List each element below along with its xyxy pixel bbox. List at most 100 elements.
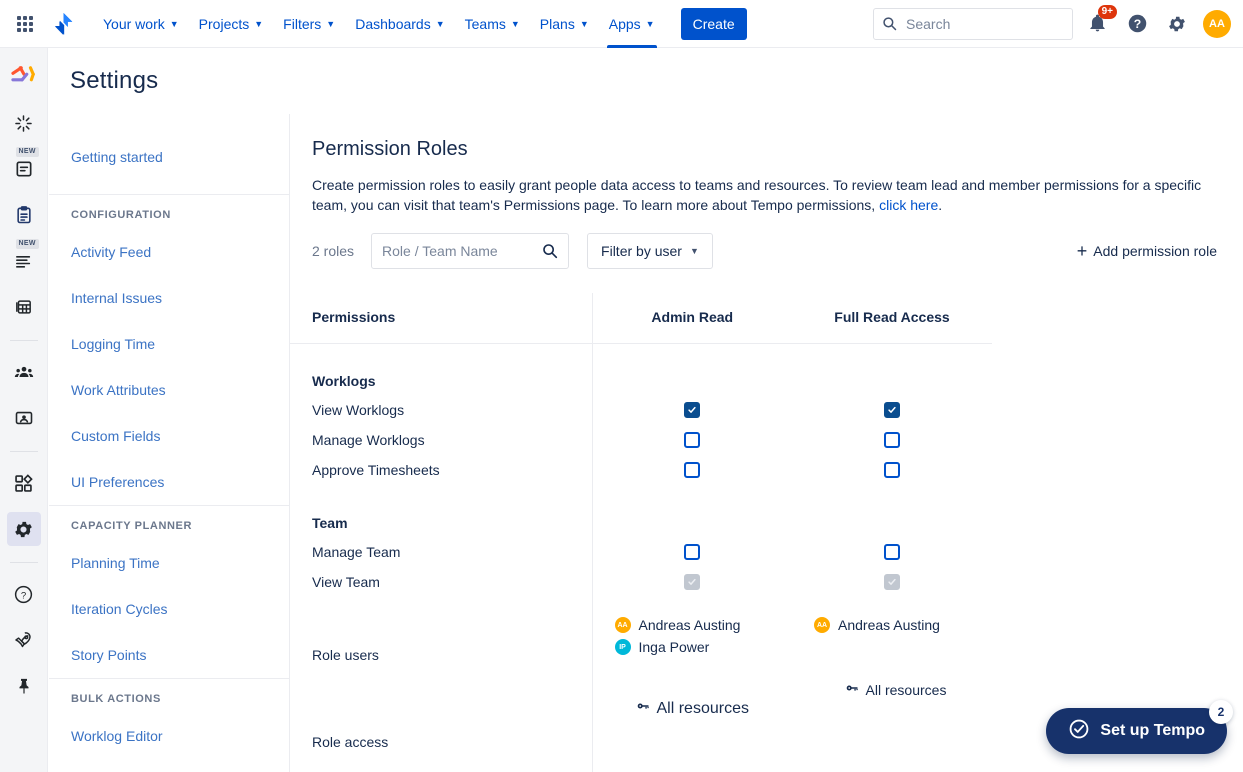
nav-item-plans[interactable]: Plans ▼ <box>530 0 599 48</box>
grid-apps-icon <box>17 15 33 32</box>
permission-label-manage-worklogs: Manage Worklogs <box>290 425 593 455</box>
app-switcher-button[interactable] <box>9 8 41 40</box>
permission-roles-header: Permission Roles Create permission roles… <box>290 114 1243 215</box>
table-row: Approve Timesheets <box>290 455 1243 485</box>
sidebar-item-getting-started[interactable]: Getting started <box>49 134 289 180</box>
user-name: Andreas Austing <box>638 617 741 633</box>
calendar-grid-icon[interactable] <box>7 290 41 324</box>
user-avatar[interactable]: AA <box>1203 9 1231 38</box>
sidebar-group-top: Getting started <box>49 114 289 194</box>
primary-nav-items: Your work ▼ Projects ▼ Filters ▼ Dashboa… <box>93 0 747 48</box>
chevron-down-icon: ▼ <box>254 19 264 29</box>
create-button[interactable]: Create <box>680 7 747 40</box>
gear-settings-icon[interactable] <box>6 512 41 546</box>
list-item[interactable]: AA Andreas Austing <box>614 617 792 633</box>
set-up-tempo-button[interactable]: Set up Tempo 2 <box>1046 700 1233 754</box>
global-search-input[interactable] <box>904 8 1072 39</box>
role-users-full-read-access: AA Andreas Austing All resources <box>792 611 992 699</box>
sidebar-item-ui-preferences[interactable]: UI Preferences <box>49 459 289 505</box>
sparkle-icon[interactable] <box>7 106 41 140</box>
jira-logo-icon[interactable] <box>49 8 79 40</box>
rocket-icon[interactable] <box>7 623 41 657</box>
nav-item-your-work[interactable]: Your work ▼ <box>93 0 189 48</box>
help-button[interactable]: ? <box>1121 8 1153 40</box>
notifications-button[interactable]: 9+ <box>1081 4 1117 40</box>
rail-divider <box>9 451 38 452</box>
permissions-table-head: Permissions Admin Read Full Read Access <box>290 293 1243 344</box>
page-title: Settings <box>70 67 159 94</box>
report-lines-icon[interactable]: NEW <box>7 239 41 278</box>
role-search-input[interactable] <box>372 234 569 268</box>
sidebar-item-work-attributes[interactable]: Work Attributes <box>49 367 289 413</box>
role-access-value-full-read-access[interactable]: All resources <box>800 681 991 698</box>
tempo-logo-icon[interactable] <box>7 60 41 94</box>
permission-label-view-worklogs: View Worklogs <box>290 395 593 425</box>
clipboard-icon[interactable] <box>7 198 41 232</box>
nav-item-dashboards[interactable]: Dashboards ▼ <box>345 0 454 48</box>
checkbox-view-worklogs-admin-read[interactable] <box>684 401 701 418</box>
table-row: View Team <box>290 567 1243 597</box>
timesheet-icon[interactable]: NEW <box>7 147 41 186</box>
checkbox-cell <box>592 395 792 425</box>
sidebar-item-iteration-cycles[interactable]: Iteration Cycles <box>49 586 289 632</box>
sidebar-item-custom-fields[interactable]: Custom Fields <box>49 413 289 459</box>
nav-item-apps[interactable]: Apps ▼ <box>599 0 665 48</box>
checkbox-manage-team-admin-read[interactable] <box>684 543 701 560</box>
nav-item-teams[interactable]: Teams ▼ <box>455 0 530 48</box>
rail-divider <box>9 562 38 563</box>
filter-by-user-button[interactable]: Filter by user ▼ <box>587 233 713 269</box>
sidebar-item-activity-feed[interactable]: Activity Feed <box>49 229 289 275</box>
list-item[interactable]: AA Andreas Austing <box>814 617 991 633</box>
checkbox-manage-worklogs-admin-read[interactable] <box>684 431 701 448</box>
checkbox-manage-worklogs-full-read-access[interactable] <box>884 431 900 448</box>
global-search-box[interactable] <box>873 7 1073 40</box>
table-spacer-row <box>290 597 1243 611</box>
apps-blocks-icon[interactable] <box>7 466 41 500</box>
pin-icon[interactable] <box>7 669 41 703</box>
sidebar-item-story-points[interactable]: Story Points <box>49 632 289 678</box>
sidebar-item-planning-time[interactable]: Planning Time <box>49 540 289 586</box>
chevron-down-icon: ▼ <box>645 19 655 29</box>
new-badge: NEW <box>15 239 39 249</box>
sidebar-item-logging-time[interactable]: Logging Time <box>49 321 289 367</box>
checkbox-cell <box>792 455 992 485</box>
description-period: . <box>938 197 943 213</box>
table-row: View Worklogs <box>290 395 1243 425</box>
checkbox-cell <box>592 567 792 597</box>
sidebar-item-internal-issues[interactable]: Internal Issues <box>49 275 289 321</box>
rail-divider <box>9 340 38 341</box>
chevron-down-icon: ▼ <box>579 19 589 29</box>
checkbox-approve-timesheets-full-read-access[interactable] <box>884 461 900 478</box>
nav-item-filters[interactable]: Filters ▼ <box>273 0 345 48</box>
checkbox-approve-timesheets-admin-read[interactable] <box>684 461 701 478</box>
top-nav-right-actions: 9+ ? AA <box>873 4 1243 40</box>
table-filler-cell <box>992 611 1243 699</box>
help-circle-icon[interactable]: ? <box>7 577 41 611</box>
resource-card-icon[interactable] <box>7 401 41 435</box>
roles-count: 2 roles <box>312 243 355 259</box>
list-item[interactable]: IP Inga Power <box>614 639 792 655</box>
sidebar-heading-capacity-planner: CAPACITY PLANNER <box>71 520 193 532</box>
role-access-value-admin-read[interactable]: All resources <box>636 699 749 718</box>
roles-toolbar: 2 roles Filter by user ▼ + Add permissio… <box>290 215 1243 269</box>
svg-text:?: ? <box>21 590 26 601</box>
checkbox-view-worklogs-full-read-access[interactable] <box>884 401 900 418</box>
table-filler-cell <box>992 425 1243 455</box>
teams-people-icon[interactable] <box>7 355 41 389</box>
avatar: AA <box>614 617 631 633</box>
permissions-table: Permissions Admin Read Full Read Access … <box>290 293 1243 772</box>
table-row: Manage Worklogs <box>290 425 1243 455</box>
role-column-header-admin-read: Admin Read <box>592 293 792 344</box>
notification-badge: 9+ <box>1097 4 1117 19</box>
svg-text:?: ? <box>1133 17 1140 31</box>
role-search-box[interactable] <box>371 233 570 269</box>
new-badge: NEW <box>15 147 39 157</box>
click-here-link[interactable]: click here <box>879 197 938 213</box>
section-title: Permission Roles <box>312 138 468 160</box>
add-permission-role-button[interactable]: + Add permission role <box>1077 242 1221 260</box>
settings-button[interactable] <box>1161 8 1193 40</box>
nav-item-projects[interactable]: Projects ▼ <box>189 0 274 48</box>
sidebar-item-worklog-editor[interactable]: Worklog Editor <box>49 713 289 759</box>
table-filler-cell <box>992 537 1243 567</box>
checkbox-manage-team-full-read-access[interactable] <box>884 543 900 560</box>
